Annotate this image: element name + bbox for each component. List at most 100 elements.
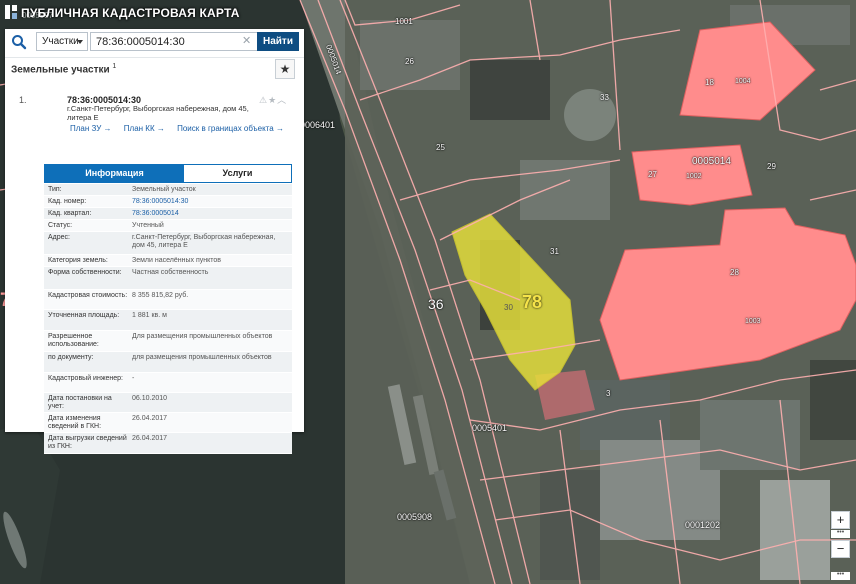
info-row-key: Дата постановки на учет: bbox=[48, 395, 112, 410]
info-row-value: 8 355 815,82 руб. bbox=[132, 292, 189, 299]
info-row-value: Частная собственность bbox=[132, 269, 209, 276]
parcel-label: 31 bbox=[550, 247, 559, 256]
search-input[interactable] bbox=[90, 32, 258, 51]
chevron-up-icon[interactable]: ︿ bbox=[277, 95, 287, 105]
star-icon: ★ bbox=[279, 62, 291, 76]
info-row-key: Адрес: bbox=[48, 234, 70, 241]
result-actions: ⚠★︿ bbox=[259, 93, 287, 106]
info-row: Дата изменения сведений в ГКН: 26.04.2017 bbox=[44, 413, 292, 433]
info-row: Категория земель: Земли населённых пункто… bbox=[44, 255, 292, 267]
info-row-key: Кад. номер: bbox=[48, 198, 87, 205]
info-row: по документу: для размещения промышленных… bbox=[44, 352, 292, 373]
header-bar: ПУБЛИЧНАЯ КАДАСТРОВАЯ КАРТА 0005997 bbox=[0, 0, 856, 26]
info-row: Дата выгрузки сведений из ГКН: 26.04.2017 bbox=[44, 433, 292, 454]
info-row-key: Дата выгрузки сведений из ГКН: bbox=[48, 435, 127, 450]
parcel-label: 1002 bbox=[686, 173, 702, 180]
parcel-label: 25 bbox=[436, 143, 445, 152]
link-plan-kk[interactable]: План КК → bbox=[124, 124, 165, 133]
link-plan-zu[interactable]: План ЗУ → bbox=[70, 124, 112, 133]
info-row: Дата постановки на учет: 06.10.2010 bbox=[44, 393, 292, 413]
info-row: Адрес: г.Санкт-Петербург, Выборгская набе… bbox=[44, 232, 292, 255]
result-address: г.Санкт-Петербург, Выборгская набережная… bbox=[67, 104, 249, 122]
info-row-key: Кадастровая стоимость: bbox=[48, 292, 128, 299]
info-row-key: Категория земель: bbox=[48, 257, 108, 264]
search-type-label: Участки bbox=[42, 36, 79, 47]
info-row: Кадастровый инженер: - bbox=[44, 373, 292, 393]
info-table: Тип: Земельный участок Кад. номер: 78:36:00… bbox=[44, 184, 292, 454]
info-row-key: Дата изменения сведений в ГКН: bbox=[48, 415, 102, 430]
info-tabs: Информация Услуги bbox=[44, 164, 292, 183]
info-row-value[interactable]: 78:36:0005014 bbox=[132, 210, 288, 218]
info-row: Кад. номер: 78:36:0005014:30 bbox=[44, 196, 292, 208]
info-row-value: 06.10.2010 bbox=[132, 395, 168, 402]
results-title: Земельные участки 1 bbox=[11, 63, 116, 75]
district-label: 36 bbox=[428, 296, 444, 312]
search-icon[interactable] bbox=[11, 34, 27, 50]
parcel-label: 1004 bbox=[735, 78, 751, 85]
info-row-key: Кадастровый инженер: bbox=[48, 375, 123, 382]
info-row-value: для размещения промышленных объектов bbox=[132, 354, 272, 361]
find-button[interactable]: Найти bbox=[257, 32, 299, 51]
info-row-value: 1 881 кв. м bbox=[132, 312, 167, 319]
logo-icon[interactable] bbox=[5, 5, 17, 19]
info-row-value: 26.04.2017 bbox=[132, 435, 168, 442]
quarter-label: 0001202 bbox=[685, 520, 721, 530]
info-row-value: 26.04.2017 bbox=[132, 415, 168, 422]
tab-information[interactable]: Информация bbox=[45, 165, 184, 182]
info-row: Кадастровая стоимость: 8 355 815,82 руб. bbox=[44, 290, 292, 310]
quarter-label: 0005908 bbox=[397, 512, 433, 522]
info-row-key: Уточненная площадь: bbox=[48, 312, 120, 319]
parcel-label: 18 bbox=[705, 78, 714, 87]
info-row-value: Учтенный bbox=[132, 222, 164, 229]
info-row-key: Форма собственности: bbox=[48, 269, 122, 276]
info-row-value: Для размещения промышленных объектов bbox=[132, 333, 273, 340]
parcel-label: 33 bbox=[600, 93, 609, 102]
info-row: Разрешенное использование: Для размещения… bbox=[44, 331, 292, 352]
warning-icon[interactable]: ⚠ bbox=[259, 95, 268, 105]
zoom-out-button[interactable]: − bbox=[831, 540, 850, 558]
parcel-label: 3 bbox=[606, 389, 611, 398]
link-search-in-bounds[interactable]: Поиск в границах объекта → bbox=[177, 124, 284, 133]
parcel-label: 30 bbox=[504, 303, 513, 312]
info-row-key: Разрешенное использование: bbox=[48, 333, 99, 348]
search-type-select[interactable]: Участки bbox=[36, 32, 88, 51]
zoom-level-indicator: ••• bbox=[831, 529, 850, 538]
info-row-value[interactable]: 78:36:0005014:30 bbox=[132, 198, 288, 206]
close-icon[interactable]: ✕ bbox=[242, 35, 251, 47]
info-row: Статус: Учтенный bbox=[44, 220, 292, 232]
map-more-indicator: ••• bbox=[831, 571, 850, 580]
info-row-key: по документу: bbox=[48, 354, 94, 361]
info-row-value: г.Санкт-Петербург, Выборгская набережная… bbox=[132, 234, 276, 249]
quarter-label: 0006401 bbox=[300, 120, 336, 130]
star-icon[interactable]: ★ bbox=[268, 95, 277, 105]
quarter-label: 0005014 bbox=[692, 156, 731, 167]
parcel-label: 1003 bbox=[745, 318, 761, 325]
faint-map-code: 0005997 bbox=[22, 11, 54, 20]
info-row-key: Статус: bbox=[48, 222, 73, 229]
info-row-value: - bbox=[132, 375, 135, 382]
info-row-value: Земли населённых пунктов bbox=[132, 257, 222, 264]
search-panel: Участки ✕ Найти Земельные участки 1 ★ 1.… bbox=[5, 29, 304, 454]
info-row: Форма собственности: Частная собственност… bbox=[44, 267, 292, 290]
info-row-key: Кад. квартал: bbox=[48, 210, 92, 217]
chevron-down-icon bbox=[77, 40, 83, 44]
parcel-label: 29 bbox=[767, 162, 776, 171]
parcel-label: 28 bbox=[730, 268, 739, 277]
favorite-button[interactable]: ★ bbox=[275, 59, 295, 79]
results-count: 1 bbox=[112, 63, 117, 70]
app-title: ПУБЛИЧНАЯ КАДАСТРОВАЯ КАРТА bbox=[21, 6, 240, 20]
info-row: Кад. квартал: 78:36:0005014 bbox=[44, 208, 292, 220]
parcel-label: 26 bbox=[405, 57, 414, 66]
info-row: Уточненная площадь: 1 881 кв. м bbox=[44, 310, 292, 331]
info-row-value: Земельный участок bbox=[132, 186, 196, 193]
result-links: План ЗУ → План КК → Поиск в границах объ… bbox=[70, 124, 294, 133]
info-row: Тип: Земельный участок bbox=[44, 184, 292, 196]
zoom-in-button[interactable]: + bbox=[831, 511, 850, 529]
info-row-key: Тип: bbox=[48, 186, 62, 193]
region-label-selected: 78 bbox=[522, 292, 543, 312]
search-row: Участки ✕ Найти bbox=[5, 29, 304, 55]
parcel-label: 27 bbox=[648, 170, 657, 179]
results-title-text: Земельные участки bbox=[11, 64, 110, 76]
result-index: 1. bbox=[19, 95, 27, 105]
tab-services[interactable]: Услуги bbox=[184, 165, 291, 182]
